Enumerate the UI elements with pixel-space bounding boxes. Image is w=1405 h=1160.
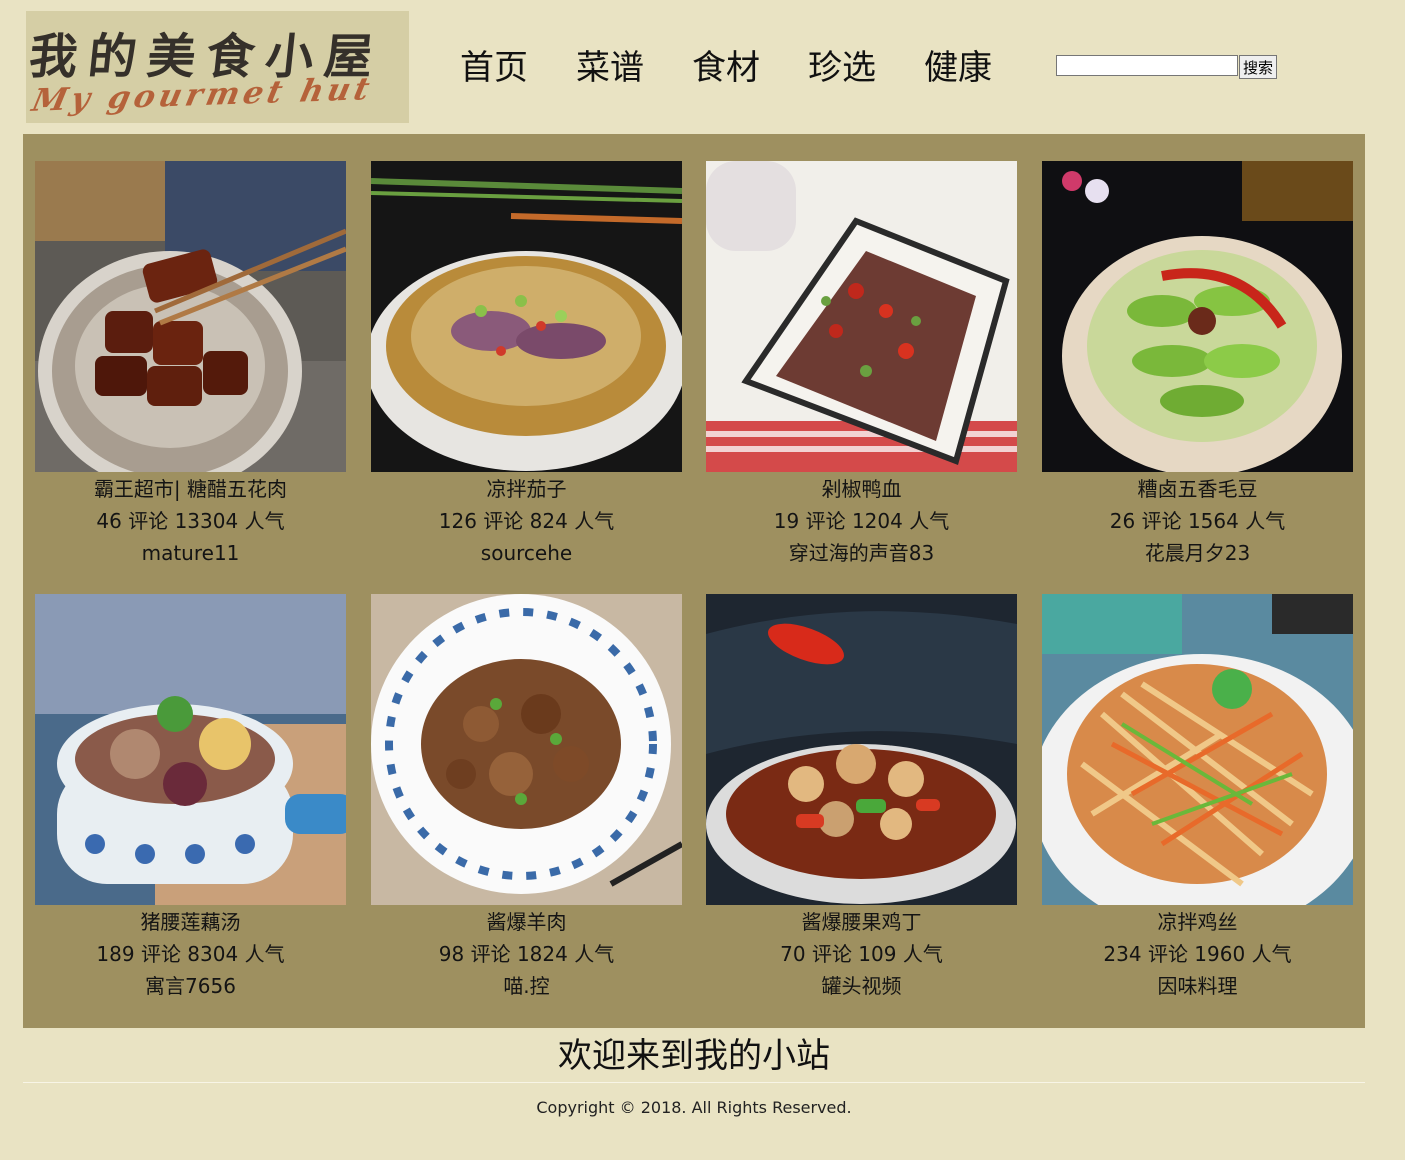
recipe-stats: 189 评论 8304 人气: [96, 942, 285, 966]
search-button[interactable]: 搜索: [1239, 55, 1277, 79]
recipe-stats: 19 评论 1204 人气: [773, 509, 950, 533]
recipe-title[interactable]: 霸王超市| 糖醋五花肉: [35, 473, 346, 505]
main-nav: 首页 菜谱 食材 珍选 健康: [460, 46, 992, 90]
recipe-stats: 26 评论 1564 人气: [1109, 509, 1286, 533]
recipe-author[interactable]: 罐头视频: [706, 970, 1017, 1002]
site-logo[interactable]: 我的美食小屋 My gourmet hut: [26, 11, 409, 123]
recipe-grid: 霸王超市| 糖醋五花肉 46 评论 13304 人气 mature11 凉拌茄子…: [23, 134, 1365, 1028]
recipe-photo[interactable]: [35, 161, 346, 472]
nav-selection[interactable]: 珍选: [808, 46, 876, 90]
nav-home[interactable]: 首页: [460, 46, 528, 90]
nav-health[interactable]: 健康: [924, 46, 992, 90]
search-input[interactable]: [1056, 55, 1238, 76]
recipe-photo[interactable]: [1042, 161, 1353, 472]
recipe-card[interactable]: 剁椒鸭血 19 评论 1204 人气 穿过海的声音83: [706, 161, 1017, 569]
recipe-author[interactable]: mature11: [35, 537, 346, 569]
recipe-card[interactable]: 凉拌茄子 126 评论 824 人气 sourcehe: [371, 161, 682, 569]
recipe-title[interactable]: 剁椒鸭血: [706, 473, 1017, 505]
recipe-stats: 70 评论 109 人气: [780, 942, 943, 966]
recipe-stats: 98 评论 1824 人气: [438, 942, 615, 966]
site-header: 我的美食小屋 My gourmet hut 首页 菜谱 食材 珍选 健康 搜索: [0, 0, 1405, 130]
recipe-author[interactable]: 花晨月夕23: [1042, 537, 1353, 569]
recipe-photo[interactable]: [706, 594, 1017, 905]
recipe-title[interactable]: 凉拌鸡丝: [1042, 906, 1353, 938]
footer-divider: [23, 1082, 1365, 1083]
recipe-stats: 126 评论 824 人气: [438, 509, 615, 533]
recipe-photo[interactable]: [706, 161, 1017, 472]
nav-recipes[interactable]: 菜谱: [576, 46, 644, 90]
recipe-card[interactable]: 酱爆羊肉 98 评论 1824 人气 喵.控: [371, 594, 682, 1002]
recipe-stats: 46 评论 13304 人气: [96, 509, 285, 533]
recipe-author[interactable]: 穿过海的声音83: [706, 537, 1017, 569]
recipe-author[interactable]: sourcehe: [371, 537, 682, 569]
nav-ingredients[interactable]: 食材: [692, 46, 760, 90]
recipe-stats: 234 评论 1960 人气: [1103, 942, 1292, 966]
recipe-author[interactable]: 喵.控: [371, 970, 682, 1002]
recipe-card[interactable]: 猪腰莲藕汤 189 评论 8304 人气 寓言7656: [35, 594, 346, 1002]
recipe-card[interactable]: 霸王超市| 糖醋五花肉 46 评论 13304 人气 mature11: [35, 161, 346, 569]
copyright-text: Copyright © 2018. All Rights Reserved.: [536, 1098, 852, 1117]
recipe-photo[interactable]: [371, 161, 682, 472]
recipe-title[interactable]: 酱爆腰果鸡丁: [706, 906, 1017, 938]
recipe-title[interactable]: 糟卤五香毛豆: [1042, 473, 1353, 505]
welcome-heading: 欢迎来到我的小站: [558, 1036, 830, 1076]
recipe-card[interactable]: 酱爆腰果鸡丁 70 评论 109 人气 罐头视频: [706, 594, 1017, 1002]
recipe-title[interactable]: 凉拌茄子: [371, 473, 682, 505]
recipe-author[interactable]: 寓言7656: [35, 970, 346, 1002]
recipe-card[interactable]: 凉拌鸡丝 234 评论 1960 人气 因味料理: [1042, 594, 1353, 1002]
recipe-photo[interactable]: [35, 594, 346, 905]
recipe-photo[interactable]: [1042, 594, 1353, 905]
recipe-title[interactable]: 酱爆羊肉: [371, 906, 682, 938]
recipe-card[interactable]: 糟卤五香毛豆 26 评论 1564 人气 花晨月夕23: [1042, 161, 1353, 569]
recipe-title[interactable]: 猪腰莲藕汤: [35, 906, 346, 938]
recipe-author[interactable]: 因味料理: [1042, 970, 1353, 1002]
recipe-photo[interactable]: [371, 594, 682, 905]
